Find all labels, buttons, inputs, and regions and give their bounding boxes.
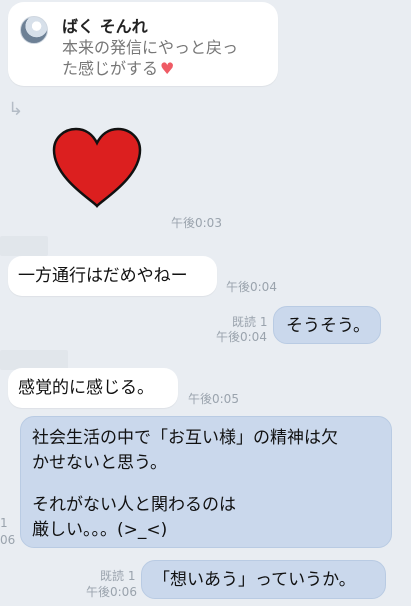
quoted-message-text: 本来の発信にやっと戻っ た感じがする ♥ xyxy=(62,37,282,79)
quoted-sender-name: ばく そんれ xyxy=(62,17,148,36)
message-line: それがない人と関わるのは xyxy=(32,495,236,515)
avatar xyxy=(20,16,48,44)
message-time: 午後0:04 xyxy=(226,280,277,294)
message-line: かせないと思う。 xyxy=(32,453,167,473)
message-text: 「想いあう」っていうか。 xyxy=(153,570,356,590)
message-line: 社会生活の中で「お互い様」の精神は欠 xyxy=(32,428,338,448)
message-text: 一方通行はだめやねー xyxy=(18,266,188,286)
heart-icon: ♥ xyxy=(160,59,175,78)
message-text: そうそう。 xyxy=(286,316,370,336)
message-time: 午後0:04 xyxy=(216,330,267,344)
quoted-line-1: 本来の発信にやっと戻っ xyxy=(62,38,239,57)
heart-sticker-shape xyxy=(52,127,142,208)
side-read-receipt: 1 xyxy=(0,516,8,530)
message-text: 感覚的に感じる。 xyxy=(18,378,154,398)
read-receipt: 既読 1 xyxy=(100,569,136,583)
message-time: 午後0:05 xyxy=(188,392,239,406)
message-time: 午後0:03 xyxy=(171,216,222,230)
message-line: 厳しい。。。(>_<) xyxy=(32,520,168,540)
sender-name-placeholder xyxy=(0,350,68,370)
sender-name-placeholder xyxy=(0,236,48,256)
side-message-time: 06 xyxy=(0,533,16,547)
reply-arrow-icon: ↳ xyxy=(8,99,24,120)
quoted-line-2: た感じがする ♥ xyxy=(62,58,282,79)
heart-sticker xyxy=(52,127,142,208)
quoted-line-2-text: た感じがする xyxy=(62,59,159,78)
message-time: 午後0:06 xyxy=(86,585,137,599)
